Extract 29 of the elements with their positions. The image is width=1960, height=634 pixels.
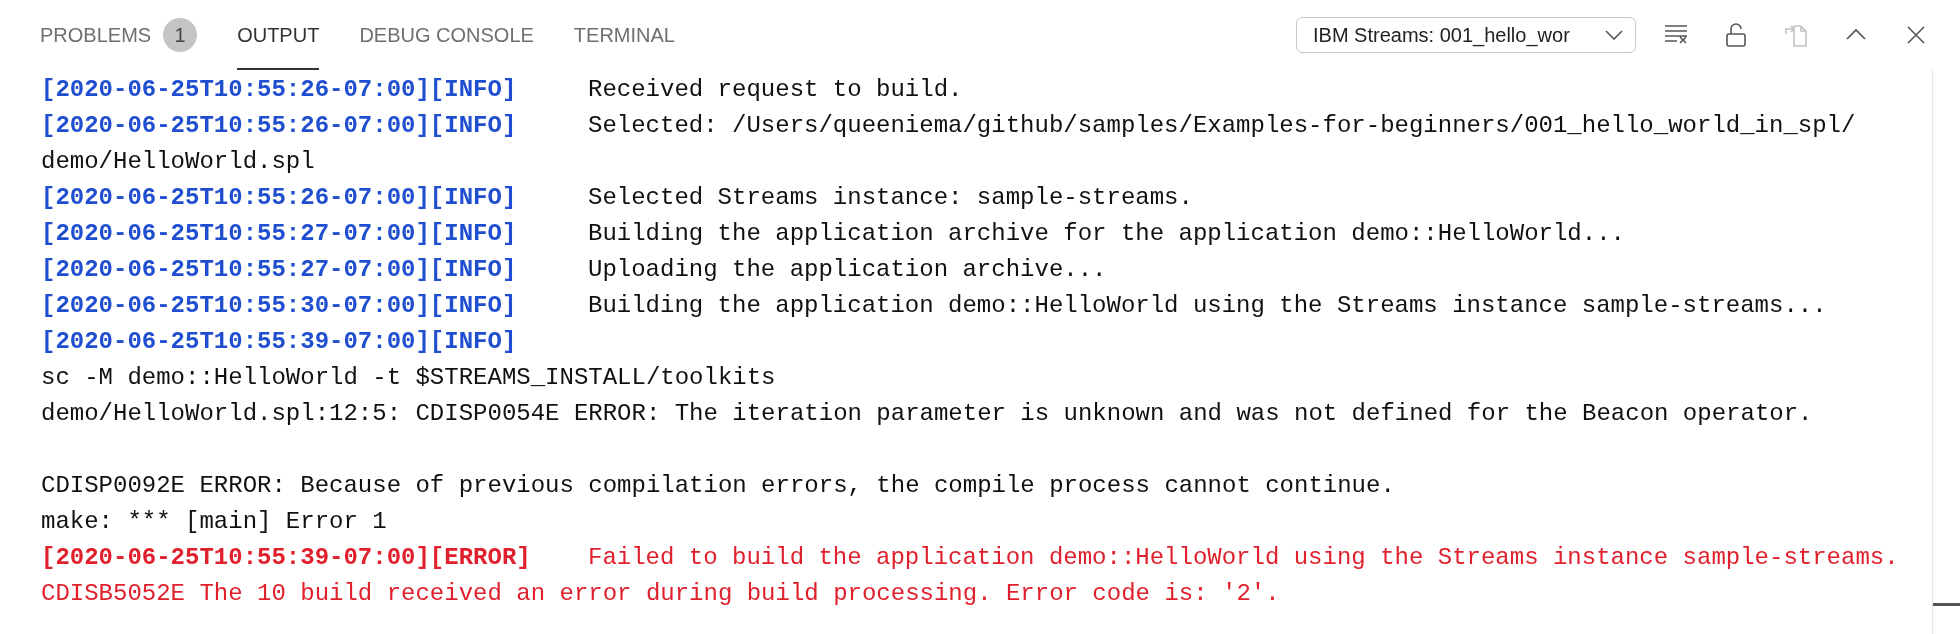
panel-tab[interactable]: DEBUG CONSOLE: [359, 0, 534, 70]
log-message: Building the application demo::HelloWorld using the Streams instance sample-streams...: [588, 291, 1827, 321]
log-tag: [2020-06-25T10:55:26-07:00][INFO]: [41, 72, 588, 108]
log-tag: [2020-06-25T10:55:39-07:00][INFO]: [41, 324, 588, 360]
log-message: demo/HelloWorld.spl: [41, 147, 315, 177]
log-tag: [2020-06-25T10:55:26-07:00][INFO]: [41, 108, 588, 144]
count-badge: 1: [163, 18, 198, 52]
log-tag: [2020-06-25T10:55:26-07:00][INFO]: [41, 180, 588, 216]
log-tag: [2020-06-25T10:55:27-07:00][INFO]: [41, 252, 588, 288]
log-message: CDISB5052E The 10 build received an error during build processing. Error code is: '2'.: [41, 579, 1280, 609]
log-message: Uploading the application archive...: [588, 255, 1107, 285]
log-tag: [2020-06-25T10:55:30-07:00][INFO]: [41, 288, 588, 324]
log-message: Failed to build the application demo::HelloWorld using the Streams instance sample-streams.: [588, 543, 1899, 573]
log-message: sc -M demo::HelloWorld -t $STREAMS_INSTALL/toolkits: [41, 363, 776, 393]
output-channel-dropdown[interactable]: IBM Streams: 001_hello_wor: [1296, 17, 1636, 53]
panel-tab[interactable]: PROBLEMS 1: [40, 0, 198, 70]
log-message: Selected: /Users/queeniema/github/samples/Examples-for-beginners/001_hello_world_in_spl/: [588, 111, 1856, 141]
log-message: Building the application archive for the application demo::HelloWorld...: [588, 219, 1625, 249]
log-message: Received request to build.: [588, 75, 963, 105]
log-message: make: *** [main] Error 1: [41, 507, 387, 537]
log-tag: [2020-06-25T10:55:39-07:00][ERROR]: [41, 540, 588, 576]
log-message: Selected Streams instance: sample-streams.: [588, 183, 1193, 213]
log-message: CDISP0092E ERROR: Because of previous compilation errors, the compile process cannot continue.: [41, 471, 1395, 501]
log-tag: [2020-06-25T10:55:27-07:00][INFO]: [41, 216, 588, 252]
scrollbar-marker: [1933, 603, 1960, 606]
panel-tab[interactable]: OUTPUT: [237, 0, 320, 70]
log-message: demo/HelloWorld.spl:12:5: CDISP0054E ERROR: The iteration parameter is unknown and was not defined for the Beacon operator.: [41, 399, 1813, 429]
panel-tab[interactable]: TERMINAL: [573, 0, 675, 70]
chevron-down-icon: [1605, 30, 1623, 40]
